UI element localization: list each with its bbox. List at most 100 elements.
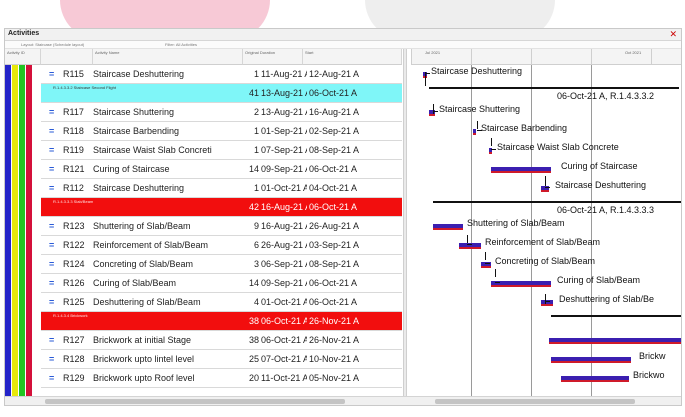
options-bar: Layout: Staircase (Schedule layout) Filt…	[5, 41, 681, 49]
gantt-label: Deshuttering of Slab/Be	[559, 294, 655, 304]
gantt-baseline-bar	[541, 190, 549, 192]
activity-duration: 1	[253, 126, 259, 136]
gantt-connector	[495, 269, 496, 277]
wbs-band	[5, 65, 11, 396]
activity-icon: =	[49, 107, 55, 117]
wbs-band	[26, 65, 32, 396]
activity-finish: 03-Sep-21 A	[309, 240, 360, 250]
horizontal-scrollbar[interactable]	[5, 396, 681, 405]
activity-finish: 06-Oct-21 A	[309, 278, 358, 288]
gantt-summary-bar	[551, 315, 681, 317]
app-root: Activities ✕ Layout: Staircase (Schedule…	[0, 0, 685, 417]
gantt-header: Jul 2021 Oct 2021	[411, 49, 681, 65]
scrollbar-thumb-table[interactable]	[45, 399, 345, 404]
table-row[interactable]: = R123 Shuttering of Slab/Beam 9 16-Aug-21 A…	[41, 217, 402, 236]
filter-label[interactable]: Filter: All Activities	[165, 42, 197, 47]
table-row[interactable]: = R119 Staircase Waist Slab Concreti 1 07-Se…	[41, 141, 402, 160]
table-row[interactable]: = R117 Staircase Shuttering 2 13-Aug-21 A 16-…	[41, 103, 402, 122]
gantt-baseline-bar	[491, 285, 551, 287]
gantt-baseline-bar	[551, 361, 631, 363]
activity-start: 16-Aug-21 A	[261, 221, 307, 231]
table-row[interactable]: = R128 Brickwork upto lintel level 25 07-Oct…	[41, 350, 402, 369]
wbs-name: R.1.4.3.4 Brickwork	[53, 313, 88, 318]
activity-icon: =	[49, 297, 55, 307]
gantt-month-left: Jul 2021	[425, 50, 441, 55]
gantt-summary-bar	[429, 87, 679, 89]
wbs-row[interactable]: R.1.4.3.4 Brickwork 38 06-Oct-21 A 26-Nov-2…	[41, 312, 402, 331]
gantt-label: Concreting of Slab/Beam	[495, 256, 596, 266]
panel-title: Activities	[8, 30, 40, 37]
column-header-name[interactable]: Activity Name	[93, 49, 243, 65]
activity-id: R124	[63, 259, 85, 269]
gantt-baseline-bar	[549, 342, 681, 344]
activity-id: R118	[63, 126, 84, 136]
gantt-gridline	[531, 65, 532, 396]
column-header-start[interactable]: Start	[303, 49, 402, 65]
activity-duration: 3	[253, 259, 259, 269]
gantt-label: Staircase Deshuttering	[431, 66, 523, 76]
wbs-finish: 06-Oct-21 A	[309, 88, 358, 98]
wbs-name: R.1.4.3.3.2 Staircase Second Flight	[53, 85, 116, 90]
table-row[interactable]: = R121 Curing of Staircase 14 09-Sep-21 A 06-…	[41, 160, 402, 179]
gantt-header-divider	[531, 49, 532, 65]
activity-finish: 10-Nov-21 A	[309, 354, 360, 364]
activity-name: Staircase Waist Slab Concreti	[93, 145, 212, 155]
table-row[interactable]: = R125 Deshuttering of Slab/Beam 4 01-Oct-21…	[41, 293, 402, 312]
gantt-baseline-bar	[473, 133, 476, 135]
activity-start: 09-Sep-21 A	[261, 278, 307, 288]
table-row[interactable]: = R118 Staircase Barbending 1 01-Sep-21 A 02-…	[41, 122, 402, 141]
splitter[interactable]	[403, 49, 407, 402]
gantt-month-right: Oct 2021	[625, 50, 642, 55]
gantt-header-divider	[471, 49, 472, 65]
activity-finish: 26-Nov-21 A	[309, 335, 360, 345]
activity-icon: =	[49, 259, 55, 269]
table-row[interactable]: = R122 Reinforcement of Slab/Beam 6 26-Aug-2…	[41, 236, 402, 255]
gantt-label: 06-Oct-21 A, R.1.4.3.3.3	[557, 205, 655, 215]
gantt-label: Shuttering of Slab/Beam	[467, 218, 565, 228]
gantt-connector-tick	[491, 149, 496, 150]
wbs-start: 06-Oct-21 A	[261, 316, 307, 326]
column-header-duration[interactable]: Original Duration	[243, 49, 303, 65]
activity-icon: =	[49, 126, 55, 136]
wbs-start: 16-Aug-21 A	[261, 202, 307, 212]
activity-icon: =	[49, 69, 55, 79]
activity-duration: 1	[253, 183, 259, 193]
table-row[interactable]: = R115 Staircase Deshuttering 1 11-Aug-21 A1…	[41, 65, 402, 84]
close-icon[interactable]: ✕	[669, 29, 677, 40]
activity-name: Shuttering of Slab/Beam	[93, 221, 191, 231]
activity-name: Brickwork upto Roof level	[93, 373, 195, 383]
activity-duration: 25	[248, 354, 259, 364]
activity-name: Curing of Slab/Beam	[93, 278, 177, 288]
gantt-chart: Staircase Deshuttering Staircase Shutteri…	[411, 65, 681, 396]
gantt-baseline-bar	[433, 228, 463, 230]
gantt-connector-tick	[433, 111, 438, 112]
activity-id: R117	[63, 107, 84, 117]
table-row[interactable]: = R127 Brickwork at initial Stage 38 06-Oct-…	[41, 331, 402, 350]
activity-id: R112	[63, 183, 84, 193]
activity-start: 09-Sep-21 A	[261, 164, 307, 174]
activity-name: Concreting of Slab/Beam	[93, 259, 194, 269]
scrollbar-thumb-gantt[interactable]	[435, 399, 635, 404]
layout-label[interactable]: Layout: Staircase (Schedule layout)	[21, 42, 84, 47]
activity-id: R129	[63, 373, 85, 383]
gantt-gridline	[591, 65, 592, 396]
column-header-id[interactable]: Activity ID	[5, 49, 41, 65]
activity-finish: 26-Aug-21 A	[309, 221, 360, 231]
table-row[interactable]: = R126 Curing of Slab/Beam 14 09-Sep-21 A 06-…	[41, 274, 402, 293]
gantt-label: Staircase Deshuttering	[555, 180, 647, 190]
wbs-name: R.1.4.3.3.3 Slab/Beam	[53, 199, 94, 204]
gantt-label: Staircase Barbending	[481, 123, 568, 133]
wbs-row[interactable]: R.1.4.3.3.3 Slab/Beam 42 16-Aug-21 A 06-Oct…	[41, 198, 402, 217]
activity-id: R123	[63, 221, 85, 231]
table-row[interactable]: = R112 Staircase Deshuttering 1 01-Oct-21 A0…	[41, 179, 402, 198]
activity-duration: 6	[253, 240, 259, 250]
activity-duration: 1	[253, 69, 259, 79]
activity-duration: 9	[253, 221, 259, 231]
table-row[interactable]: = R129 Brickwork upto Roof level 20 11-Oct-2…	[41, 369, 402, 388]
activity-finish: 08-Sep-21 A	[309, 259, 360, 269]
gantt-label: Staircase Shuttering	[439, 104, 521, 114]
activity-id: R122	[63, 240, 85, 250]
table-row[interactable]: = R124 Concreting of Slab/Beam 3 06-Sep-21 A…	[41, 255, 402, 274]
activity-icon: =	[49, 183, 55, 193]
wbs-row[interactable]: R.1.4.3.3.2 Staircase Second Flight 41 13-…	[41, 84, 402, 103]
